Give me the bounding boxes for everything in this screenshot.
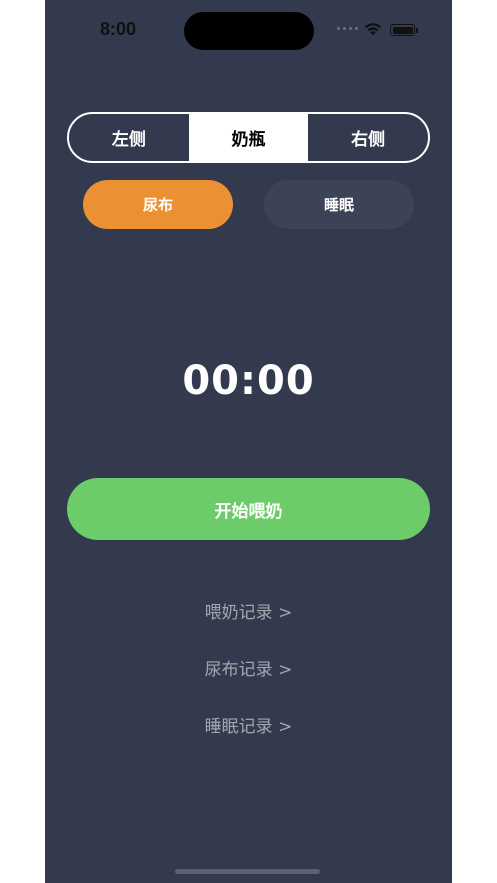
sleep-button[interactable]: 睡眠: [264, 180, 414, 229]
start-feeding-button[interactable]: 开始喂奶: [67, 478, 430, 540]
feeding-records-link[interactable]: 喂奶记录 >: [45, 598, 452, 623]
dynamic-island: [184, 12, 314, 50]
app-screen: 8:00 左侧 奶瓶 右侧 尿布 睡眠 00:00 开始喂奶 喂奶记录 > 尿布…: [45, 0, 452, 883]
home-indicator[interactable]: [175, 869, 320, 874]
segment-left-side[interactable]: 左侧: [69, 114, 189, 161]
timer-display: 00:00: [182, 358, 315, 404]
status-time: 8:00: [100, 19, 137, 39]
wifi-icon: [364, 23, 382, 36]
diaper-button[interactable]: 尿布: [83, 180, 233, 229]
segment-right-side[interactable]: 右侧: [308, 114, 428, 161]
segment-bottle[interactable]: 奶瓶: [188, 114, 309, 161]
diaper-records-link[interactable]: 尿布记录 >: [45, 655, 452, 680]
signal-dots-icon: [337, 27, 358, 30]
feeding-mode-segmented-control: 左侧 奶瓶 右侧: [67, 112, 430, 163]
sleep-records-link[interactable]: 睡眠记录 >: [45, 712, 452, 737]
battery-icon: [390, 24, 418, 36]
